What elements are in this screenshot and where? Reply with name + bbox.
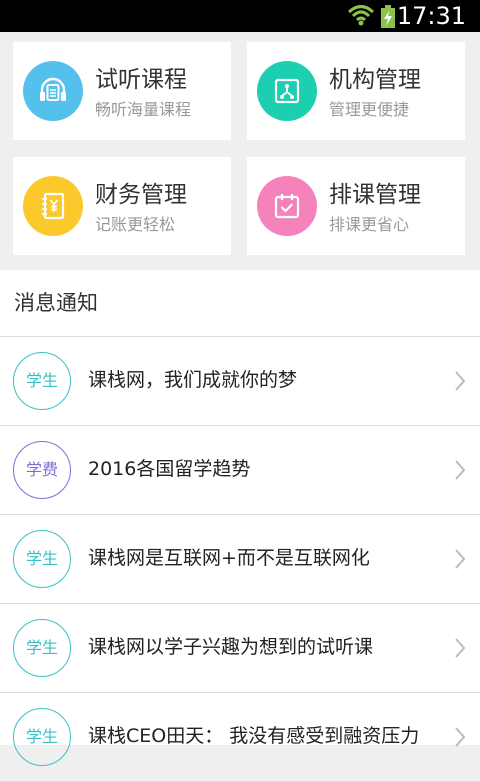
status-time: 17:31 xyxy=(396,2,466,30)
feature-title: 试听课程 xyxy=(95,67,187,93)
yuan-notebook-icon xyxy=(23,176,83,236)
list-item[interactable]: 学生 课栈网，我们成就你的梦 xyxy=(0,337,480,426)
notice-title: 课栈CEO田天： 我没有感受到融资压力 xyxy=(88,725,420,747)
list-item[interactable]: 学费 2016各国留学趋势 xyxy=(0,426,480,515)
feature-card-org-management[interactable]: 机构管理 管理更便捷 xyxy=(247,42,465,140)
student-badge: 学生 xyxy=(13,530,71,588)
chevron-right-icon xyxy=(454,370,466,396)
feature-subtitle: 畅听海量课程 xyxy=(95,100,192,119)
feature-subtitle: 记账更轻松 xyxy=(95,215,176,234)
notice-header-title: 消息通知 xyxy=(14,291,98,315)
battery-charging-icon xyxy=(380,5,396,33)
notice-title: 课栈网以学子兴趣为想到的试听课 xyxy=(88,636,374,658)
feature-grid: 试听课程 畅听海量课程 机构管理 管理更便捷 财务管理 记账更轻松 排课管理 排… xyxy=(0,32,480,270)
notice-section: 消息通知 学生 课栈网，我们成就你的梦 学费 2016各国留学趋势 学生 课栈网… xyxy=(0,270,480,782)
headphones-icon xyxy=(23,61,83,121)
org-tree-icon xyxy=(257,61,317,121)
notice-header: 消息通知 xyxy=(0,270,480,337)
student-badge: 学生 xyxy=(13,352,71,410)
list-item[interactable]: 学生 课栈网以学子兴趣为想到的试听课 xyxy=(0,604,480,693)
feature-title: 财务管理 xyxy=(95,182,187,208)
chevron-right-icon xyxy=(454,548,466,574)
calendar-check-icon xyxy=(257,176,317,236)
notice-title: 课栈网，我们成就你的梦 xyxy=(88,369,298,391)
fee-badge: 学费 xyxy=(13,441,71,499)
student-badge: 学生 xyxy=(13,708,71,766)
feature-card-schedule-management[interactable]: 排课管理 排课更省心 xyxy=(247,157,465,255)
notice-list: 学生 课栈网，我们成就你的梦 学费 2016各国留学趋势 学生 课栈网是互联网+… xyxy=(0,337,480,782)
notice-title: 2016各国留学趋势 xyxy=(88,458,251,480)
chevron-right-icon xyxy=(454,726,466,752)
feature-card-finance-management[interactable]: 财务管理 记账更轻松 xyxy=(13,157,231,255)
notice-title: 课栈网是互联网+而不是互联网化 xyxy=(88,547,370,569)
student-badge: 学生 xyxy=(13,619,71,677)
list-item[interactable]: 学生 课栈CEO田天： 我没有感受到融资压力 xyxy=(0,693,480,782)
feature-subtitle: 排课更省心 xyxy=(329,215,410,234)
feature-card-trial-course[interactable]: 试听课程 畅听海量课程 xyxy=(13,42,231,140)
list-item[interactable]: 学生 课栈网是互联网+而不是互联网化 xyxy=(0,515,480,604)
feature-title: 机构管理 xyxy=(329,67,421,93)
feature-subtitle: 管理更便捷 xyxy=(329,100,410,119)
chevron-right-icon xyxy=(454,459,466,485)
status-bar: 17:31 xyxy=(0,0,480,32)
chevron-right-icon xyxy=(454,637,466,663)
wifi-icon xyxy=(347,4,375,30)
feature-title: 排课管理 xyxy=(329,182,421,208)
